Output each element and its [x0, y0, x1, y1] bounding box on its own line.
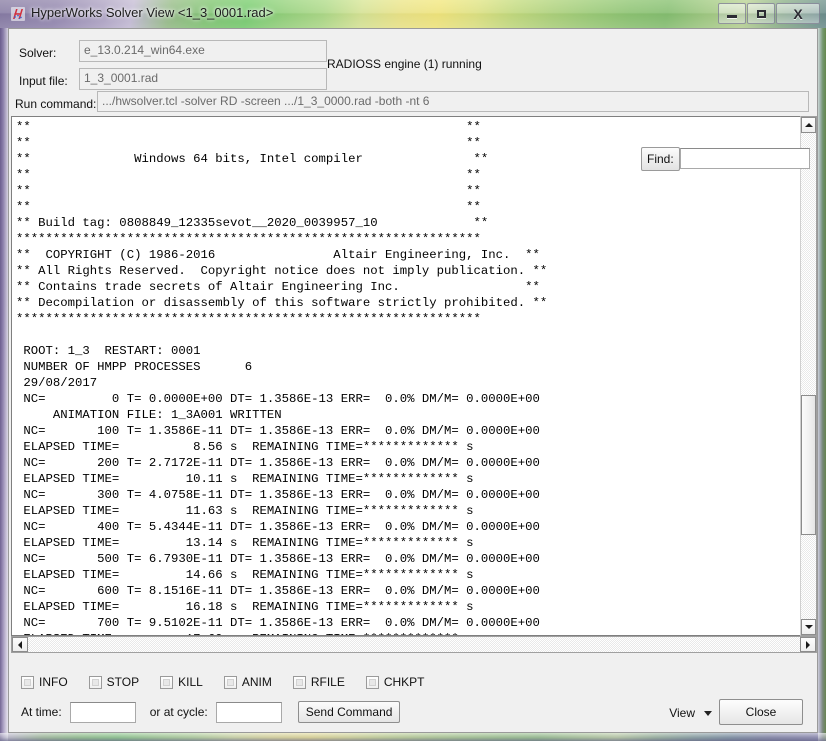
checkbox-anim[interactable]: ANIM [223, 675, 272, 689]
hyperworks-app-icon [10, 6, 26, 22]
console-horizontal-scrollbar[interactable] [11, 636, 817, 653]
run-command-label: Run command: [15, 97, 97, 111]
chevron-down-icon [804, 625, 813, 629]
window-titlebar[interactable]: HyperWorks Solver View <1_3_0001.rad> X [0, 0, 826, 28]
minimize-icon [727, 14, 737, 18]
checkbox-chkpt-label: CHKPT [383, 675, 425, 689]
checkbox-kill[interactable]: KILL [160, 675, 203, 689]
find-input[interactable] [679, 148, 810, 169]
window-border-left [0, 28, 8, 741]
window-title: HyperWorks Solver View <1_3_0001.rad> [31, 5, 274, 20]
chevron-right-icon [806, 640, 810, 649]
close-icon: X [793, 5, 803, 22]
checkbox-anim-label: ANIM [241, 675, 272, 689]
console-area: ** ** ** ** ** Windows 64 bits, Intel co… [11, 116, 817, 653]
solver-field[interactable]: e_13.0.214_win64.exe [79, 40, 327, 62]
close-button[interactable]: Close [719, 699, 803, 725]
solver-label: Solver: [19, 46, 57, 60]
close-window-button[interactable]: X [776, 3, 820, 24]
scroll-down-button[interactable] [801, 619, 816, 635]
at-time-label: At time: [21, 705, 62, 719]
checkbox-box-icon [365, 675, 379, 689]
engine-status-text: RADIOSS engine (1) running [327, 57, 482, 71]
scroll-up-button[interactable] [801, 117, 816, 133]
solver-output-console[interactable]: ** ** ** ** ** Windows 64 bits, Intel co… [11, 116, 800, 636]
command-entry-row: At time: or at cycle: Send Command [21, 701, 401, 723]
window-controls: X [717, 3, 820, 24]
view-menu-button[interactable]: View [669, 706, 712, 720]
checkbox-kill-label: KILL [178, 675, 203, 689]
at-time-input[interactable] [69, 701, 136, 723]
run-command-field[interactable]: .../hwsolver.tcl -solver RD -screen .../… [97, 91, 809, 112]
checkbox-box-icon [160, 675, 174, 689]
checkbox-info-label: INFO [39, 675, 68, 689]
or-at-cycle-input[interactable] [215, 701, 282, 723]
checkbox-rfile[interactable]: RFILE [292, 675, 345, 689]
checkbox-box-icon [292, 675, 306, 689]
chevron-up-icon [804, 123, 813, 127]
or-at-cycle-label: or at cycle: [149, 705, 208, 719]
maximize-button[interactable] [747, 3, 775, 24]
checkbox-info[interactable]: INFO [21, 675, 68, 689]
send-command-button[interactable]: Send Command [297, 701, 401, 723]
find-bar: Find: [641, 147, 810, 171]
window-client-area: Solver: e_13.0.214_win64.exe Input file:… [8, 28, 818, 733]
console-vertical-scrollbar[interactable] [800, 116, 817, 636]
checkbox-chkpt[interactable]: CHKPT [365, 675, 425, 689]
maximize-icon [756, 9, 766, 18]
checkbox-stop-label: STOP [106, 675, 140, 689]
vertical-scrollbar-thumb[interactable] [801, 395, 816, 535]
checkbox-rfile-label: RFILE [310, 675, 345, 689]
input-file-field[interactable]: 1_3_0001.rad [79, 68, 327, 90]
input-file-label: Input file: [19, 74, 68, 88]
checkbox-box-icon [223, 675, 237, 689]
view-menu-label: View [669, 706, 695, 720]
checkbox-stop[interactable]: STOP [88, 675, 140, 689]
scroll-left-button[interactable] [12, 637, 28, 652]
chevron-down-icon [704, 710, 712, 716]
checkbox-box-icon [88, 675, 102, 689]
solver-command-checkboxes: INFO STOP KILL ANIM RFILE CHKPT [21, 675, 446, 689]
window-border-bottom [0, 733, 826, 741]
console-text: ** ** ** ** ** Windows 64 bits, Intel co… [16, 120, 548, 635]
window-border-right [818, 28, 826, 741]
chevron-left-icon [18, 640, 22, 649]
scroll-right-button[interactable] [800, 637, 816, 652]
solver-view-window: HyperWorks Solver View <1_3_0001.rad> X … [0, 0, 826, 741]
minimize-button[interactable] [718, 3, 746, 24]
find-button[interactable]: Find: [641, 147, 680, 171]
checkbox-box-icon [21, 675, 34, 689]
